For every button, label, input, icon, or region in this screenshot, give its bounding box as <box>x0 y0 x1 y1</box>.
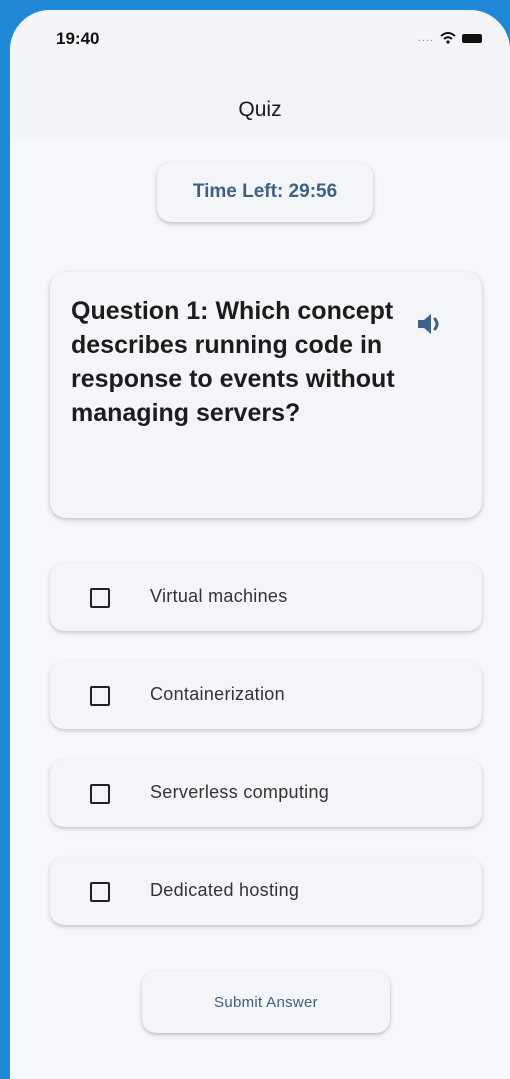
speaker-icon[interactable] <box>416 310 446 338</box>
question-card: Question 1: Which concept describes runn… <box>50 272 482 518</box>
option-checkbox[interactable] <box>90 882 110 902</box>
signal-dots-icon: .... <box>417 32 434 44</box>
option-card[interactable]: Dedicated hosting <box>50 857 482 925</box>
option-label: Serverless computing <box>150 782 330 802</box>
option-card[interactable]: Containerization <box>50 661 482 729</box>
status-icons: .... <box>418 32 482 44</box>
option-label: Containerization <box>150 684 285 704</box>
status-time: 19:40 <box>56 29 100 48</box>
question-text: Question 1: Which concept describes runn… <box>71 297 395 427</box>
phone-screen: 19:40 .... Quiz Time Left: 29:56 Questio… <box>10 10 510 1079</box>
option-card[interactable]: Virtual machines <box>50 563 482 631</box>
page-title: Quiz <box>238 98 282 121</box>
option-label: Dedicated hosting <box>150 880 300 900</box>
wifi-icon <box>440 32 456 44</box>
option-card[interactable]: Serverless computing <box>50 759 482 827</box>
timer-badge: Time Left: 29:56 <box>157 162 373 222</box>
battery-icon <box>462 33 482 43</box>
option-checkbox[interactable] <box>90 588 110 608</box>
option-label: Virtual machines <box>150 586 288 606</box>
submit-answer-button[interactable]: Submit Answer <box>142 971 390 1033</box>
app-bar: Quiz <box>10 70 510 142</box>
option-checkbox[interactable] <box>90 784 110 804</box>
option-checkbox[interactable] <box>90 686 110 706</box>
status-bar: 19:40 .... <box>10 10 510 70</box>
